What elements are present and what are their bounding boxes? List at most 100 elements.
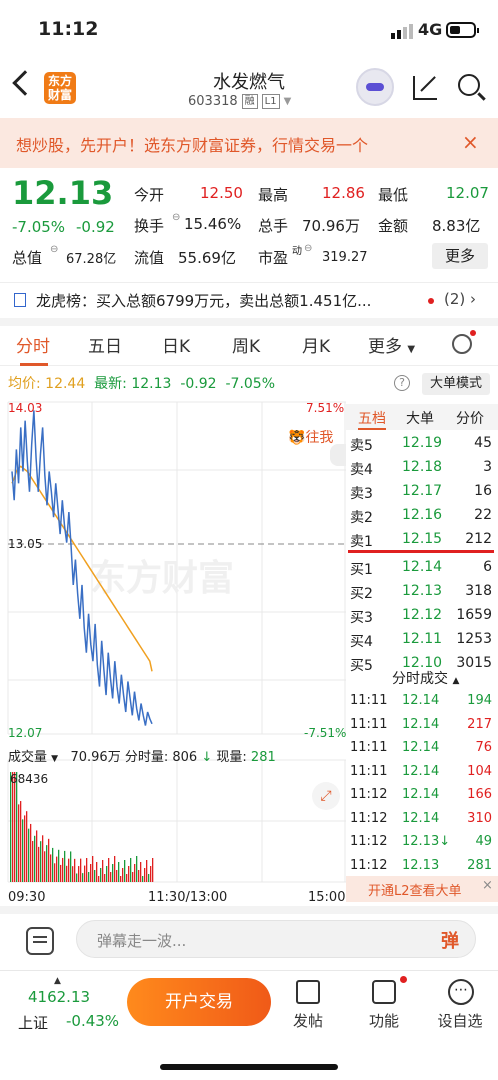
ask-row[interactable]: 卖1 12.15 212	[346, 528, 496, 552]
danmu-input[interactable]: 弹幕走一波... 弹	[76, 920, 476, 958]
signal-icon	[391, 24, 413, 39]
volume-bar	[54, 863, 56, 882]
bid-row[interactable]: 买4 12.11 1253	[346, 628, 496, 652]
volume-bar	[152, 858, 154, 882]
last-change: -0.92	[180, 376, 217, 392]
l2-close-icon[interactable]: ×	[482, 878, 493, 893]
dragon-tiger-list[interactable]: 龙虎榜：买入总额6799万元，卖出总额1.451亿... (2) ›	[0, 282, 498, 326]
volume-bar	[92, 856, 94, 882]
trade-time: 11:12	[350, 834, 388, 849]
volume-bar	[58, 849, 60, 882]
l2-banner[interactable]: 开通L2查看大单 ×	[346, 876, 498, 902]
ask-row[interactable]: 卖2 12.16 22	[346, 504, 496, 528]
post-label[interactable]: 发帖	[278, 1010, 338, 1031]
banner-close-icon[interactable]: ×	[462, 130, 479, 154]
volume-bar	[132, 872, 134, 882]
axis-mid-price: 13.05	[8, 537, 43, 551]
help-icon[interactable]: ?	[394, 375, 410, 391]
bid-price: 12.12	[402, 607, 443, 623]
low-label: 最低	[378, 186, 409, 204]
bid-row[interactable]: 买2 12.13 318	[346, 580, 496, 604]
function-label[interactable]: 功能	[354, 1010, 414, 1031]
volume-bar	[106, 866, 108, 882]
trade-time: 11:11	[350, 716, 388, 732]
tab-monthly-k[interactable]: 月K	[302, 332, 330, 357]
index-value[interactable]: 4162.13	[28, 988, 90, 1006]
mascot-bubble[interactable]: 🐯往我	[286, 426, 336, 448]
trade-volume: 217	[467, 716, 492, 732]
volume-bar	[28, 828, 30, 882]
trades-title[interactable]: 分时成交 ▲	[392, 668, 459, 688]
volume-bar	[110, 872, 112, 882]
tab-big-orders[interactable]: 大单	[406, 408, 434, 428]
pe-info-icon[interactable]: ⊖	[304, 243, 312, 254]
collapse-handle[interactable]	[330, 444, 346, 466]
volume-bar	[22, 819, 24, 882]
last-label: 最新:	[94, 376, 127, 392]
turnover-label: 换手	[134, 217, 165, 235]
tab-daily-k[interactable]: 日K	[162, 332, 190, 357]
tab-weekly-k[interactable]: 周K	[232, 332, 260, 357]
volume-bar	[116, 870, 118, 882]
trade-row: 11:12 12.13↓ 49	[346, 831, 496, 855]
volume-bar	[142, 876, 144, 882]
tab-five-day[interactable]: 五日	[88, 332, 122, 357]
promo-banner[interactable]: 想炒股，先开户！选东方财富证券，行情交易一个 ×	[0, 118, 498, 168]
function-icon[interactable]	[372, 980, 396, 1004]
more-dots-icon[interactable]: ⋯	[448, 979, 474, 1005]
bid-ask-divider	[348, 550, 494, 553]
index-name[interactable]: 上证	[18, 1012, 48, 1033]
volume-bar	[36, 830, 38, 882]
post-icon[interactable]	[296, 980, 320, 1004]
volume-bar	[108, 858, 110, 882]
volume-bar	[48, 838, 50, 882]
ask-level: 卖2	[350, 510, 373, 526]
share-icon[interactable]	[413, 76, 437, 100]
trade-time: 11:11	[350, 763, 388, 779]
trade-price: 12.14	[402, 716, 440, 732]
tab-price-dist[interactable]: 分价	[456, 408, 484, 428]
ask-row[interactable]: 卖4 12.18 3	[346, 456, 496, 480]
ask-row[interactable]: 卖5 12.19 45	[346, 432, 496, 456]
order-book-tabs: 五档 大单 分价	[346, 404, 498, 430]
trade-volume: 166	[467, 787, 492, 802]
tab-more[interactable]: 更多 ▼	[368, 332, 415, 357]
intraday-chart[interactable]: 东方财富	[0, 398, 346, 900]
volume-bar	[56, 856, 58, 882]
bid-row[interactable]: 买3 12.12 1659	[346, 604, 496, 628]
volume-bar	[130, 858, 132, 882]
more-button[interactable]: 更多	[432, 243, 488, 269]
volume-bar	[24, 815, 26, 882]
big-order-mode-button[interactable]: 大单模式	[422, 373, 490, 395]
bid-level: 买4	[350, 634, 373, 650]
trade-price: 12.14	[402, 787, 440, 802]
open-account-trade-button[interactable]: 开户交易	[127, 978, 271, 1026]
volume-selector[interactable]: 成交量 ▼	[8, 750, 58, 765]
market-cap-info-icon[interactable]: ⊖	[50, 244, 58, 255]
search-icon[interactable]	[458, 74, 480, 96]
expand-icon[interactable]: ⤢	[312, 782, 340, 810]
bid-price: 12.11	[402, 631, 443, 647]
trade-row: 11:11 12.14 76	[346, 737, 496, 761]
assistant-avatar-icon[interactable]	[356, 68, 394, 106]
chart-tabs: 分时 五日 日K 周K 月K 更多 ▼	[0, 328, 498, 366]
custom-label[interactable]: 设自选	[430, 1010, 490, 1031]
tab-intraday[interactable]: 分时	[16, 332, 50, 366]
danmu-send-button[interactable]: 弹	[441, 927, 459, 953]
volume-value: 70.96万	[302, 217, 360, 235]
tab-five-levels[interactable]: 五档	[358, 408, 386, 430]
volume-bar	[82, 873, 84, 882]
ask-volume: 22	[474, 507, 492, 523]
volume-total: 70.96万	[70, 750, 121, 765]
index-pct[interactable]: -0.43%	[66, 1012, 119, 1030]
trade-row: 11:12 12.14 310	[346, 808, 496, 832]
stock-code-row[interactable]: 603318 融 L1 ▼	[188, 94, 291, 109]
ask-volume: 16	[474, 483, 492, 499]
bid-row[interactable]: 买1 12.14 6	[346, 556, 496, 580]
settings-icon[interactable]	[452, 330, 476, 354]
turnover-info-icon[interactable]: ⊖	[172, 212, 180, 223]
bid-volume: 3015	[456, 655, 492, 671]
ask-level: 卖1	[350, 534, 373, 550]
danmu-icon[interactable]	[26, 927, 54, 955]
ask-row[interactable]: 卖3 12.17 16	[346, 480, 496, 504]
